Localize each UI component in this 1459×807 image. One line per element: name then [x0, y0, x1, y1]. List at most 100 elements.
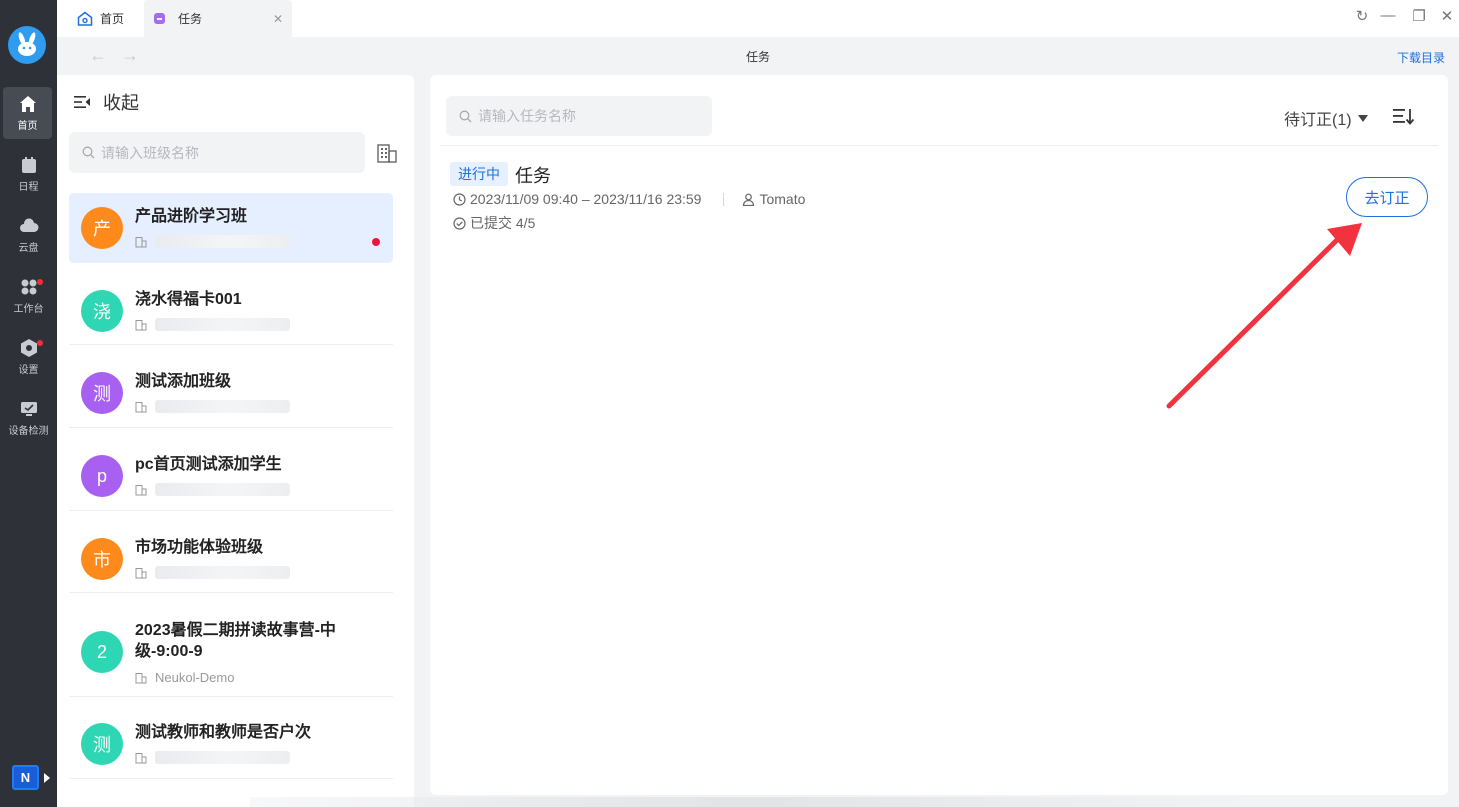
home-tab-icon: [77, 11, 93, 26]
class-search-box[interactable]: [69, 132, 365, 173]
window-close-icon[interactable]: ✕: [1437, 7, 1457, 25]
download-directory-link[interactable]: 下载目录: [1397, 49, 1445, 66]
class-avatar: 市: [81, 538, 123, 580]
tab-bar: 首页 任务 ✕ ↻ — ❐ ✕: [57, 0, 1459, 37]
class-org: [135, 235, 290, 248]
submitted-count: 已提交 4/5: [470, 215, 536, 231]
nav-row: ← → 任务 下载目录: [57, 37, 1459, 75]
rail-item-home[interactable]: 首页: [3, 87, 52, 139]
home-icon: [19, 96, 36, 112]
class-list-item[interactable]: 市 市场功能体验班级: [69, 523, 393, 593]
refresh-icon[interactable]: ↻: [1352, 7, 1372, 25]
expand-arrow-icon[interactable]: [44, 773, 50, 783]
class-list-item[interactable]: 测 测试添加班级: [69, 358, 393, 428]
class-org: [135, 400, 290, 413]
class-org: [135, 751, 290, 764]
status-badge: 进行中: [450, 162, 508, 186]
task-panel: 待订正(1) 进行中 任务 2023/11/09 09:40 – 2023/11…: [430, 75, 1448, 795]
search-icon: [82, 146, 95, 159]
class-org: Neukol-Demo: [135, 670, 234, 685]
sort-icon[interactable]: [1392, 107, 1414, 125]
search-icon: [459, 110, 472, 122]
apps-icon: [21, 279, 36, 295]
redacted-org-name: [155, 566, 290, 579]
notification-dot: [37, 279, 43, 285]
class-name: 测试添加班级: [135, 373, 232, 390]
page-title: 任务: [745, 50, 770, 64]
bottom-shadow: [250, 797, 1250, 807]
task-search-input[interactable]: [478, 108, 698, 124]
user-icon: [743, 193, 755, 206]
org-building-icon: [135, 567, 147, 578]
minimize-icon[interactable]: —: [1378, 7, 1398, 24]
task-tab-icon: [154, 13, 165, 24]
class-list-item[interactable]: p pc首页测试添加学生: [69, 441, 393, 511]
notification-dot: [37, 340, 43, 346]
class-list-panel: 收起 产 产品进阶学习班 浇 浇水得福卡001 测 测试添加班级: [57, 75, 414, 807]
tab-label: 首页: [100, 12, 125, 26]
restore-icon[interactable]: ❐: [1409, 7, 1429, 25]
class-avatar: 测: [81, 372, 123, 414]
class-avatar: 产: [81, 207, 123, 249]
close-icon[interactable]: ✕: [273, 12, 283, 26]
class-name: 2023暑假二期拼读故事营-中级-9:00-9: [135, 622, 336, 660]
class-org: [135, 318, 290, 331]
org-building-icon: [135, 752, 147, 763]
class-name: 测试教师和教师是否户次: [135, 724, 312, 741]
go-correct-button[interactable]: 去订正: [1346, 177, 1428, 217]
check-circle-icon: [453, 216, 466, 230]
org-building-icon: [135, 319, 147, 330]
rail-item-label: 云盘: [18, 243, 39, 254]
org-building-icon: [135, 236, 147, 247]
rail-item-label: 日程: [18, 182, 39, 193]
class-name: pc首页测试添加学生: [135, 456, 282, 473]
rail-item-cloud[interactable]: 云盘: [0, 209, 57, 261]
rail-item-label: 首页: [17, 121, 38, 132]
tab-task[interactable]: 任务 ✕: [144, 0, 292, 37]
filter-label: 待订正(1): [1284, 112, 1352, 129]
rail-item-device-check[interactable]: 设备检测: [0, 392, 57, 444]
tab-home[interactable]: 首页: [77, 0, 124, 37]
task-card[interactable]: 进行中 任务 2023/11/09 09:40 – 2023/11/16 23:…: [450, 161, 1430, 231]
class-list-item[interactable]: 测 测试教师和教师是否户次: [69, 709, 393, 779]
task-search-box[interactable]: [446, 96, 712, 136]
rail-item-label: 设备检测: [8, 426, 49, 437]
tab-label: 任务: [178, 12, 203, 26]
class-avatar: p: [81, 455, 123, 497]
divider: [440, 145, 1438, 146]
class-avatar: 测: [81, 723, 123, 765]
class-list-item[interactable]: 产 产品进阶学习班: [69, 193, 393, 263]
settings-icon: [20, 339, 37, 357]
class-search-input[interactable]: [101, 144, 351, 161]
task-time-range: 2023/11/09 09:40 – 2023/11/16 23:59: [470, 191, 702, 207]
class-name: 浇水得福卡001: [135, 291, 242, 308]
device-check-icon: [20, 402, 37, 416]
calendar-icon: [21, 157, 36, 173]
redacted-org-name: [155, 235, 290, 248]
building-icon[interactable]: [376, 142, 398, 164]
redacted-org-name: [155, 483, 290, 496]
rail-item-calendar[interactable]: 日程: [0, 148, 57, 200]
redacted-org-name: [155, 751, 290, 764]
rail-item-settings[interactable]: 设置: [0, 331, 57, 383]
rail-item-label: 工作台: [13, 304, 44, 315]
redacted-org-name: [155, 318, 290, 331]
class-org-name: Neukol-Demo: [155, 670, 235, 685]
cloud-icon: [19, 218, 38, 232]
task-owner: Tomato: [759, 191, 806, 207]
class-list-item[interactable]: 2 2023暑假二期拼读故事营-中级-9:00-9 Neukol-Demo: [69, 606, 393, 697]
left-rail: 首页 日程 云盘 工作台 设置 设备检测 N: [0, 0, 57, 807]
org-building-icon: [135, 672, 147, 683]
rail-item-workbench[interactable]: 工作台: [0, 270, 57, 322]
n-badge-button[interactable]: N: [12, 765, 39, 790]
status-filter-dropdown[interactable]: 待订正(1): [1284, 106, 1368, 130]
class-list-item[interactable]: 浇 浇水得福卡001: [69, 275, 393, 345]
collapse-label: 收起: [103, 93, 139, 113]
rail-item-label: 设置: [18, 365, 39, 376]
org-building-icon: [135, 484, 147, 495]
collapse-button[interactable]: 收起: [73, 89, 139, 115]
app-logo: [8, 26, 46, 64]
meta-separator: [723, 192, 725, 206]
org-building-icon: [135, 401, 147, 412]
caret-down-icon: [1357, 114, 1368, 122]
